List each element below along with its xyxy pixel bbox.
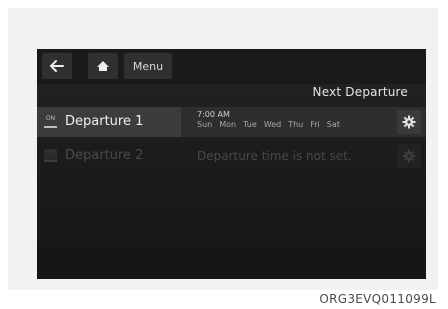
departure-1-settings-button[interactable] — [397, 110, 421, 134]
infotainment-screen: Menu Next Departure ON Departure 1 7:00 … — [37, 49, 426, 279]
home-icon — [97, 61, 109, 71]
day-mon: Mon — [219, 120, 237, 129]
day-sat: Sat — [326, 120, 340, 129]
departure-2-status: Departure time is not set. — [197, 149, 352, 163]
departure-1-toggle[interactable]: ON — [44, 115, 57, 128]
departure-2-label: Departure 2 — [65, 148, 144, 163]
figure-code: ORG3EVQ011099L — [319, 292, 436, 306]
departure-1-label: Departure 1 — [65, 114, 144, 129]
departure-row-2[interactable]: OFF Departure 2 Departure time is not se… — [37, 141, 426, 171]
menu-button[interactable]: Menu — [124, 53, 172, 79]
arrow-left-icon — [50, 60, 64, 72]
departure-1-days: Sun Mon Tue Wed Thu Fri Sat — [197, 120, 347, 129]
departure-row-1[interactable]: ON Departure 1 7:00 AM Sun Mon Tue Wed Thu Fr… — [37, 107, 426, 137]
departure-2-settings-button[interactable] — [397, 144, 421, 168]
home-button[interactable] — [88, 53, 118, 79]
day-fri: Fri — [310, 120, 320, 129]
gear-icon — [402, 149, 416, 163]
back-button[interactable] — [42, 53, 72, 79]
day-wed: Wed — [263, 120, 282, 129]
day-tue: Tue — [243, 120, 257, 129]
departure-1-time: 7:00 AM — [197, 110, 230, 119]
gear-icon — [402, 115, 416, 129]
menu-label: Menu — [132, 59, 164, 73]
section-title: Next Departure — [312, 85, 408, 99]
top-bar: Menu — [37, 49, 426, 84]
figure-frame: Menu Next Departure ON Departure 1 7:00 … — [8, 8, 438, 290]
day-thu: Thu — [288, 120, 304, 129]
day-sun: Sun — [197, 120, 213, 129]
departure-2-toggle[interactable]: OFF — [44, 149, 57, 162]
